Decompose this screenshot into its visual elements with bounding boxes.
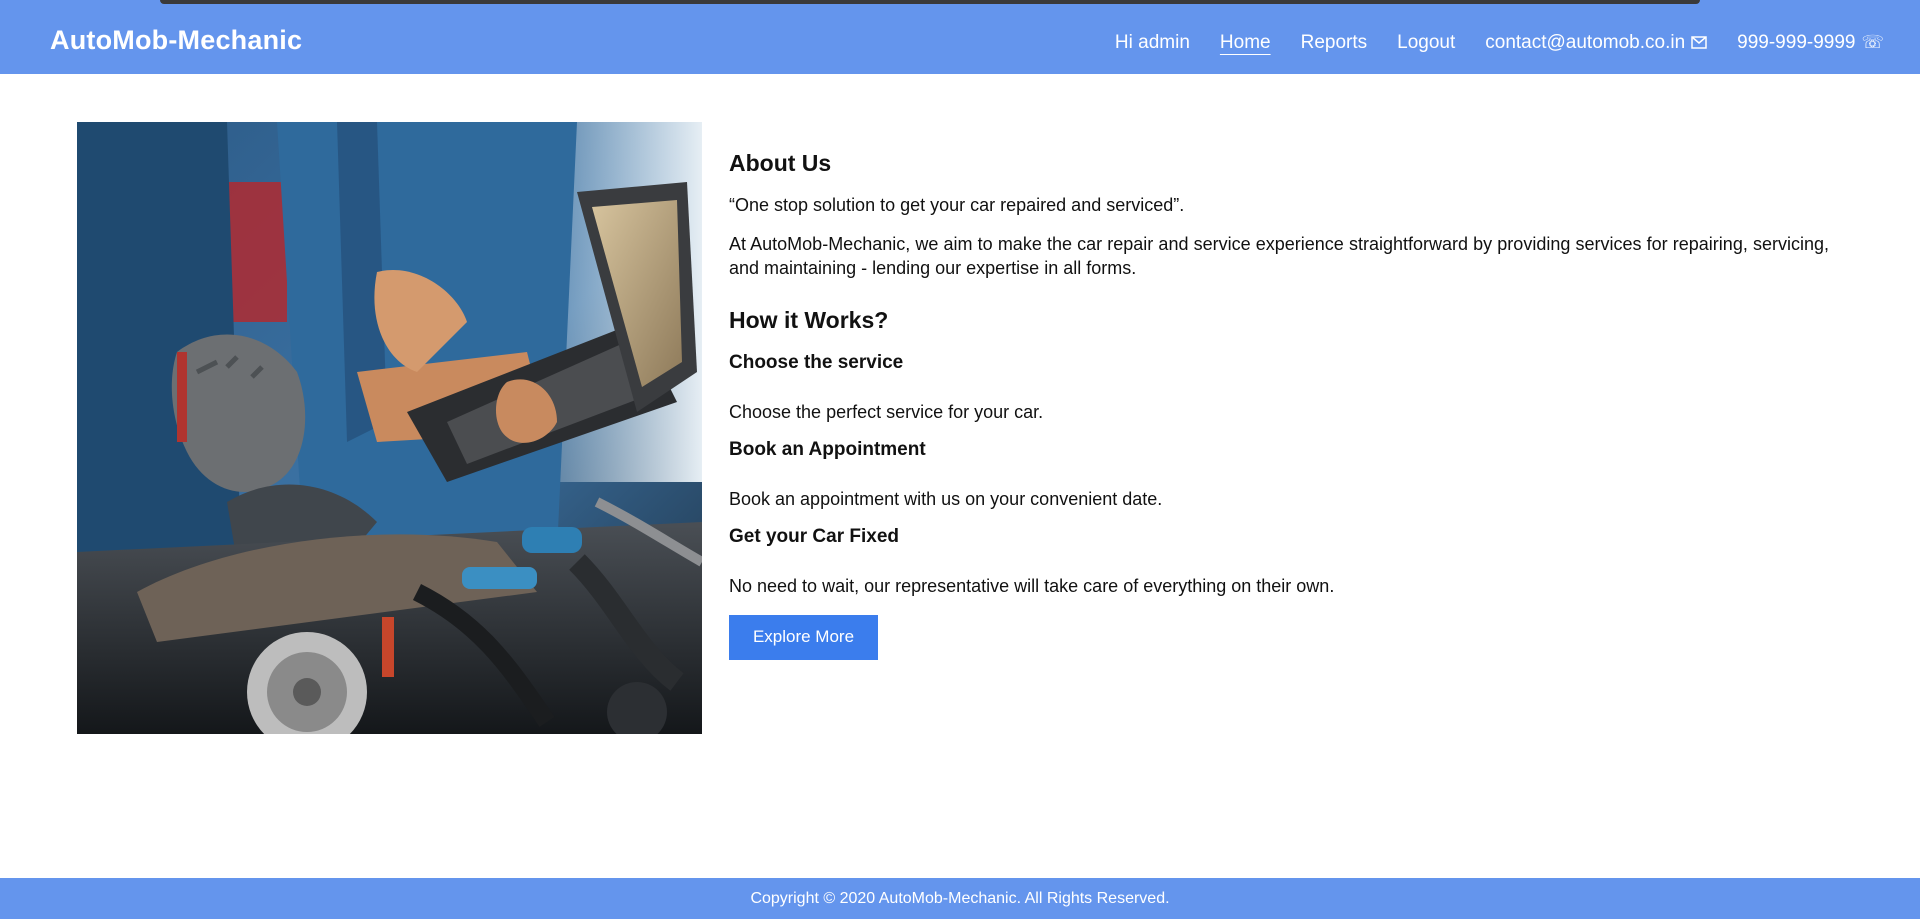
main-content: About Us “One stop solution to get your … (729, 150, 1829, 660)
window-top-strip (0, 0, 1920, 11)
mail-icon (1691, 36, 1707, 49)
contact-email-text: contact@automob.co.in (1485, 31, 1686, 53)
brand-logo[interactable]: AutoMob-Mechanic (50, 25, 302, 56)
nav-links: Hi admin Home Reports Logout contact@aut… (1115, 11, 1884, 74)
how-it-works-title: How it Works? (729, 306, 889, 333)
footer: Copyright © 2020 AutoMob-Mechanic. All R… (0, 878, 1920, 919)
step-text-book-appointment: Book an appointment with us on your conv… (729, 488, 1163, 509)
explore-more-button[interactable]: Explore More (729, 614, 878, 660)
navbar: AutoMob-Mechanic Hi admin Home Reports L… (0, 11, 1920, 74)
step-title-get-car-fixed: Get your Car Fixed (729, 525, 899, 547)
top-scrollbar[interactable] (160, 0, 1700, 4)
contact-phone-link[interactable]: 999-999-9999 ☏ (1737, 32, 1884, 54)
nav-link-logout[interactable]: Logout (1397, 32, 1455, 54)
nav-link-home[interactable]: Home (1220, 32, 1271, 54)
about-title: About Us (729, 150, 832, 176)
step-title-book-appointment: Book an Appointment (729, 438, 926, 460)
about-tagline: “One stop solution to get your car repai… (729, 195, 1185, 215)
greeting-text: Hi admin (1114, 31, 1190, 53)
about-description: At AutoMob-Mechanic, we aim to make the … (729, 234, 1829, 279)
mechanics-photo (77, 122, 702, 734)
hero-image (77, 122, 702, 734)
nav-link-reports[interactable]: Reports (1301, 32, 1368, 54)
footer-copyright: Copyright © 2020 AutoMob-Mechanic. All R… (750, 889, 1170, 907)
phone-icon: ☏ (1861, 32, 1884, 52)
contact-email-link[interactable]: contact@automob.co.in (1485, 32, 1707, 54)
step-title-choose-service: Choose the service (729, 351, 904, 373)
step-text-choose-service: Choose the perfect service for your car. (729, 401, 1044, 422)
step-text-get-car-fixed: No need to wait, our representative will… (729, 575, 1335, 596)
contact-phone-text: 999-999-9999 (1737, 31, 1856, 53)
